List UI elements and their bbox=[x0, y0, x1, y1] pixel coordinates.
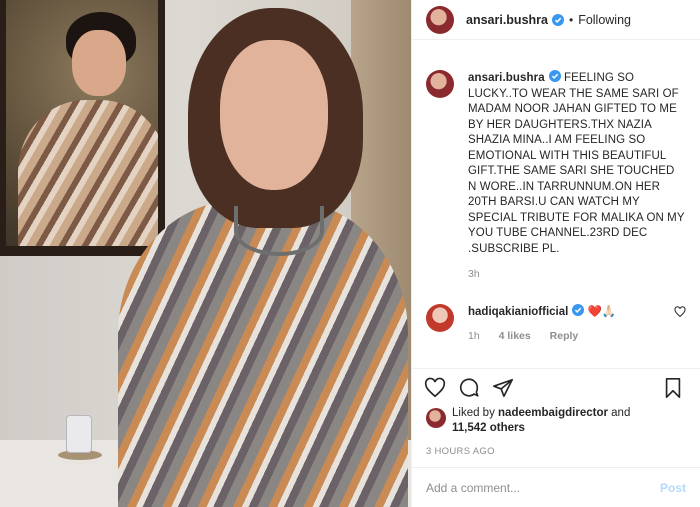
verified-badge-icon bbox=[572, 304, 585, 316]
liker-username[interactable]: nadeembaigdirector bbox=[498, 407, 608, 419]
caption-text: ansari.bushra FEELING SO LUCKY..TO WEAR … bbox=[468, 70, 686, 257]
commenter-avatar[interactable] bbox=[426, 304, 454, 332]
comment-likes[interactable]: 4 likes bbox=[499, 330, 531, 342]
author-username[interactable]: ansari.bushra bbox=[466, 13, 548, 27]
post-photo[interactable] bbox=[0, 0, 411, 507]
instagram-post: ansari.bushra • Following ansari.bushra … bbox=[0, 0, 700, 507]
bookmark-icon[interactable] bbox=[662, 377, 684, 399]
post-timestamp[interactable]: 3 HOURS AGO bbox=[412, 442, 700, 467]
commenter-username[interactable]: hadiqakianiofficial bbox=[468, 306, 568, 318]
liked-by-prefix: Liked by bbox=[452, 407, 499, 419]
reply-button[interactable]: Reply bbox=[550, 330, 579, 342]
comment-text: hadiqakianiofficial ❤️🙏🏻 bbox=[468, 304, 674, 318]
caption-time[interactable]: 3h bbox=[468, 268, 686, 280]
comment-meta: 1h 4 likes Reply bbox=[468, 330, 674, 342]
add-comment-bar: Post bbox=[412, 467, 700, 507]
heart-icon[interactable] bbox=[424, 377, 446, 399]
comment-like-heart-icon[interactable] bbox=[674, 306, 686, 318]
woman-face bbox=[220, 40, 328, 190]
add-comment-input[interactable] bbox=[426, 480, 660, 495]
portrait-frame bbox=[0, 0, 165, 256]
post-header: ansari.bushra • Following bbox=[412, 0, 700, 40]
share-icon[interactable] bbox=[492, 377, 514, 399]
caption-avatar[interactable] bbox=[426, 70, 454, 98]
comment-row: hadiqakianiofficial ❤️🙏🏻 1h 4 likes Repl… bbox=[426, 304, 686, 342]
likes-summary: Liked by nadeembaigdirector and 11,542 o… bbox=[412, 406, 700, 442]
author-avatar[interactable] bbox=[426, 5, 454, 34]
post-comment-button[interactable]: Post bbox=[660, 481, 686, 495]
mug bbox=[66, 415, 92, 453]
necklace bbox=[234, 206, 324, 256]
comment-time[interactable]: 1h bbox=[468, 330, 480, 342]
comments-section: ansari.bushra FEELING SO LUCKY..TO WEAR … bbox=[412, 40, 700, 368]
comment-icon[interactable] bbox=[458, 377, 480, 399]
following-button[interactable]: Following bbox=[578, 13, 631, 27]
caption-row: ansari.bushra FEELING SO LUCKY..TO WEAR … bbox=[426, 70, 686, 257]
caption-body: FEELING SO LUCKY..TO WEAR THE SAME SARI … bbox=[468, 72, 685, 255]
separator-dot: • bbox=[568, 12, 574, 27]
caption-username[interactable]: ansari.bushra bbox=[468, 72, 545, 84]
likes-count[interactable]: 11,542 others bbox=[452, 422, 525, 434]
action-bar bbox=[412, 368, 700, 406]
post-side-panel: ansari.bushra • Following ansari.bushra … bbox=[411, 0, 700, 507]
likes-text: Liked by nadeembaigdirector and 11,542 o… bbox=[452, 406, 630, 436]
comment-body: ❤️🙏🏻 bbox=[587, 306, 617, 318]
verified-badge-icon bbox=[548, 70, 561, 82]
liked-by-and: and bbox=[607, 407, 631, 419]
liker-avatar[interactable] bbox=[426, 408, 446, 428]
verified-badge-icon bbox=[551, 13, 564, 26]
